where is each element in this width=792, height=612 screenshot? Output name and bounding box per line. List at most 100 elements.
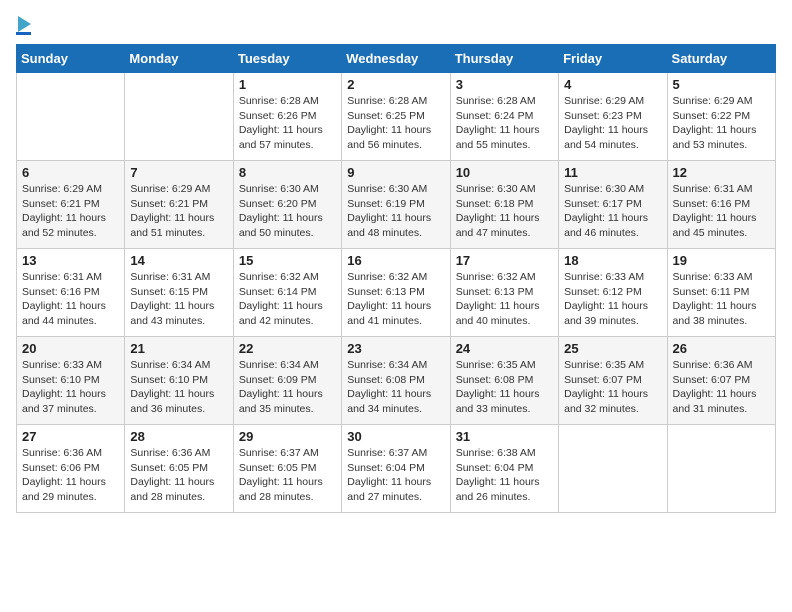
day-number: 8 xyxy=(239,165,336,180)
calendar-cell xyxy=(17,73,125,161)
day-detail: Sunrise: 6:32 AM Sunset: 6:13 PM Dayligh… xyxy=(347,270,444,329)
day-detail: Sunrise: 6:28 AM Sunset: 6:25 PM Dayligh… xyxy=(347,94,444,153)
day-number: 26 xyxy=(673,341,770,356)
day-detail: Sunrise: 6:33 AM Sunset: 6:10 PM Dayligh… xyxy=(22,358,119,417)
logo xyxy=(16,16,31,36)
day-number: 11 xyxy=(564,165,661,180)
day-number: 5 xyxy=(673,77,770,92)
calendar-cell: 10 Sunrise: 6:30 AM Sunset: 6:18 PM Dayli… xyxy=(450,161,558,249)
calendar-cell: 24 Sunrise: 6:35 AM Sunset: 6:08 PM Dayli… xyxy=(450,337,558,425)
calendar-week-row: 20 Sunrise: 6:33 AM Sunset: 6:10 PM Dayli… xyxy=(17,337,776,425)
calendar-cell: 4 Sunrise: 6:29 AM Sunset: 6:23 PM Daylig… xyxy=(559,73,667,161)
day-detail: Sunrise: 6:30 AM Sunset: 6:17 PM Dayligh… xyxy=(564,182,661,241)
day-detail: Sunrise: 6:30 AM Sunset: 6:20 PM Dayligh… xyxy=(239,182,336,241)
day-detail: Sunrise: 6:30 AM Sunset: 6:18 PM Dayligh… xyxy=(456,182,553,241)
calendar-cell: 29 Sunrise: 6:37 AM Sunset: 6:05 PM Dayli… xyxy=(233,425,341,513)
calendar-cell: 22 Sunrise: 6:34 AM Sunset: 6:09 PM Dayli… xyxy=(233,337,341,425)
day-number: 23 xyxy=(347,341,444,356)
day-number: 28 xyxy=(130,429,227,444)
day-detail: Sunrise: 6:37 AM Sunset: 6:05 PM Dayligh… xyxy=(239,446,336,505)
calendar-week-row: 27 Sunrise: 6:36 AM Sunset: 6:06 PM Dayli… xyxy=(17,425,776,513)
day-detail: Sunrise: 6:30 AM Sunset: 6:19 PM Dayligh… xyxy=(347,182,444,241)
calendar-cell: 27 Sunrise: 6:36 AM Sunset: 6:06 PM Dayli… xyxy=(17,425,125,513)
calendar-cell: 9 Sunrise: 6:30 AM Sunset: 6:19 PM Daylig… xyxy=(342,161,450,249)
calendar-week-row: 1Sunrise: 6:28 AM Sunset: 6:26 PM Daylig… xyxy=(17,73,776,161)
day-number: 1 xyxy=(239,77,336,92)
day-detail: Sunrise: 6:33 AM Sunset: 6:12 PM Dayligh… xyxy=(564,270,661,329)
day-number: 22 xyxy=(239,341,336,356)
calendar-cell: 30 Sunrise: 6:37 AM Sunset: 6:04 PM Dayli… xyxy=(342,425,450,513)
day-number: 18 xyxy=(564,253,661,268)
day-number: 10 xyxy=(456,165,553,180)
day-number: 24 xyxy=(456,341,553,356)
day-number: 13 xyxy=(22,253,119,268)
logo-arrow-icon xyxy=(18,16,31,32)
day-number: 20 xyxy=(22,341,119,356)
day-number: 14 xyxy=(130,253,227,268)
day-detail: Sunrise: 6:32 AM Sunset: 6:14 PM Dayligh… xyxy=(239,270,336,329)
day-number: 29 xyxy=(239,429,336,444)
calendar-cell: 6Sunrise: 6:29 AM Sunset: 6:21 PM Daylig… xyxy=(17,161,125,249)
calendar-week-row: 13 Sunrise: 6:31 AM Sunset: 6:16 PM Dayli… xyxy=(17,249,776,337)
calendar-cell xyxy=(125,73,233,161)
calendar-header-row: SundayMondayTuesdayWednesdayThursdayFrid… xyxy=(17,45,776,73)
day-number: 3 xyxy=(456,77,553,92)
calendar-week-row: 6 Sunrise: 6:29 AM Sunset: 6:21 PM Daylig… xyxy=(17,161,776,249)
header-tuesday: Tuesday xyxy=(233,45,341,73)
day-detail: Sunrise: 6:38 AM Sunset: 6:04 PM Dayligh… xyxy=(456,446,553,505)
calendar-cell: 14 Sunrise: 6:31 AM Sunset: 6:15 PM Dayli… xyxy=(125,249,233,337)
calendar-cell: 21 Sunrise: 6:34 AM Sunset: 6:10 PM Dayli… xyxy=(125,337,233,425)
day-detail: Sunrise: 6:31 AM Sunset: 6:16 PM Dayligh… xyxy=(22,270,119,329)
calendar-cell: 3 Sunrise: 6:28 AM Sunset: 6:24 PM Daylig… xyxy=(450,73,558,161)
calendar-cell: 28 Sunrise: 6:36 AM Sunset: 6:05 PM Dayli… xyxy=(125,425,233,513)
day-number: 27 xyxy=(22,429,119,444)
calendar-cell: 17Sunrise: 6:32 AM Sunset: 6:13 PM Dayli… xyxy=(450,249,558,337)
header-sunday: Sunday xyxy=(17,45,125,73)
day-detail: Sunrise: 6:28 AM Sunset: 6:24 PM Dayligh… xyxy=(456,94,553,153)
calendar-cell: 23Sunrise: 6:34 AM Sunset: 6:08 PM Dayli… xyxy=(342,337,450,425)
day-number: 31 xyxy=(456,429,553,444)
calendar-cell: 19Sunrise: 6:33 AM Sunset: 6:11 PM Dayli… xyxy=(667,249,775,337)
day-detail: Sunrise: 6:35 AM Sunset: 6:07 PM Dayligh… xyxy=(564,358,661,417)
day-number: 9 xyxy=(347,165,444,180)
day-number: 19 xyxy=(673,253,770,268)
calendar-cell: 13 Sunrise: 6:31 AM Sunset: 6:16 PM Dayli… xyxy=(17,249,125,337)
page-header xyxy=(16,16,776,36)
calendar-cell: 5Sunrise: 6:29 AM Sunset: 6:22 PM Daylig… xyxy=(667,73,775,161)
day-detail: Sunrise: 6:35 AM Sunset: 6:08 PM Dayligh… xyxy=(456,358,553,417)
day-number: 30 xyxy=(347,429,444,444)
day-number: 25 xyxy=(564,341,661,356)
logo-blue xyxy=(16,32,31,36)
calendar-cell: 20 Sunrise: 6:33 AM Sunset: 6:10 PM Dayli… xyxy=(17,337,125,425)
calendar-cell: 16 Sunrise: 6:32 AM Sunset: 6:13 PM Dayli… xyxy=(342,249,450,337)
calendar-table: SundayMondayTuesdayWednesdayThursdayFrid… xyxy=(16,44,776,513)
day-detail: Sunrise: 6:34 AM Sunset: 6:09 PM Dayligh… xyxy=(239,358,336,417)
calendar-cell: 1Sunrise: 6:28 AM Sunset: 6:26 PM Daylig… xyxy=(233,73,341,161)
day-number: 12 xyxy=(673,165,770,180)
calendar-cell: 2 Sunrise: 6:28 AM Sunset: 6:25 PM Daylig… xyxy=(342,73,450,161)
header-thursday: Thursday xyxy=(450,45,558,73)
day-number: 16 xyxy=(347,253,444,268)
day-detail: Sunrise: 6:36 AM Sunset: 6:07 PM Dayligh… xyxy=(673,358,770,417)
calendar-cell: 7 Sunrise: 6:29 AM Sunset: 6:21 PM Daylig… xyxy=(125,161,233,249)
day-number: 7 xyxy=(130,165,227,180)
calendar-cell xyxy=(667,425,775,513)
day-number: 4 xyxy=(564,77,661,92)
calendar-cell: 26 Sunrise: 6:36 AM Sunset: 6:07 PM Dayli… xyxy=(667,337,775,425)
header-saturday: Saturday xyxy=(667,45,775,73)
calendar-cell: 31 Sunrise: 6:38 AM Sunset: 6:04 PM Dayli… xyxy=(450,425,558,513)
calendar-cell: 11 Sunrise: 6:30 AM Sunset: 6:17 PM Dayli… xyxy=(559,161,667,249)
day-number: 2 xyxy=(347,77,444,92)
day-number: 6 xyxy=(22,165,119,180)
calendar-cell: 18 Sunrise: 6:33 AM Sunset: 6:12 PM Dayli… xyxy=(559,249,667,337)
day-number: 21 xyxy=(130,341,227,356)
day-number: 15 xyxy=(239,253,336,268)
day-detail: Sunrise: 6:37 AM Sunset: 6:04 PM Dayligh… xyxy=(347,446,444,505)
day-detail: Sunrise: 6:34 AM Sunset: 6:10 PM Dayligh… xyxy=(130,358,227,417)
day-detail: Sunrise: 6:29 AM Sunset: 6:21 PM Dayligh… xyxy=(130,182,227,241)
day-detail: Sunrise: 6:36 AM Sunset: 6:05 PM Dayligh… xyxy=(130,446,227,505)
day-detail: Sunrise: 6:36 AM Sunset: 6:06 PM Dayligh… xyxy=(22,446,119,505)
header-friday: Friday xyxy=(559,45,667,73)
day-detail: Sunrise: 6:31 AM Sunset: 6:15 PM Dayligh… xyxy=(130,270,227,329)
day-detail: Sunrise: 6:29 AM Sunset: 6:23 PM Dayligh… xyxy=(564,94,661,153)
